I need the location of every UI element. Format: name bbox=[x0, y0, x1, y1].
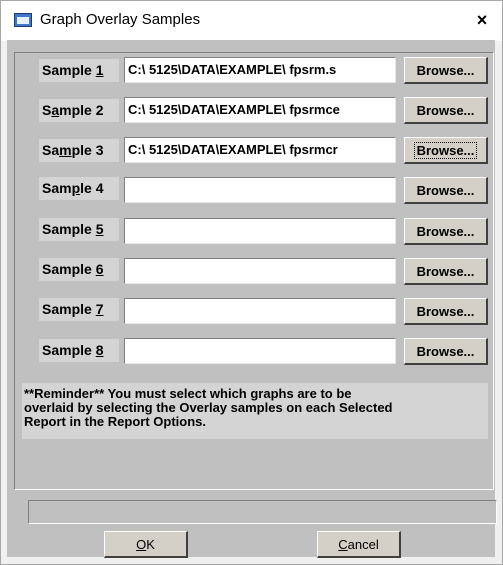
sample-7-label: Sample 7 bbox=[39, 298, 119, 321]
sample-7-browse-button[interactable]: Browse... bbox=[404, 298, 488, 325]
label-accel-key: 6 bbox=[95, 261, 104, 277]
ok-label: K bbox=[146, 537, 155, 552]
cancel-button[interactable]: Cancel bbox=[317, 531, 401, 558]
sample-6-label: Sample 6 bbox=[39, 258, 119, 281]
sample-7-path-field[interactable] bbox=[124, 298, 396, 324]
ok-button[interactable]: OK bbox=[104, 531, 188, 558]
label-accel-key: a bbox=[51, 102, 60, 118]
ok-accel-key: O bbox=[136, 537, 147, 552]
label-text: Sample bbox=[42, 342, 96, 358]
label-text: Sample bbox=[42, 301, 96, 317]
window-title: Graph Overlay Samples bbox=[40, 11, 201, 28]
browse-label: Browse... bbox=[413, 142, 478, 159]
sample-1-path-field[interactable]: C:\ 5125\DATA\EXAMPLE\ fpsrm.s bbox=[124, 57, 396, 83]
label-text: S bbox=[42, 102, 52, 118]
browse-label: Browse... bbox=[416, 63, 475, 78]
sample-3-label: Sample 3 bbox=[39, 139, 119, 162]
sample-4-label: Sample 4 bbox=[39, 177, 119, 200]
label-text: Sam bbox=[42, 180, 72, 196]
sample-4-path-field[interactable] bbox=[124, 177, 396, 203]
label-accel-key: p bbox=[71, 180, 81, 196]
sample-8-browse-button[interactable]: Browse... bbox=[404, 338, 488, 365]
sample-6-path-field[interactable] bbox=[124, 258, 396, 284]
label-accel-key: m bbox=[59, 142, 72, 158]
window-app-icon bbox=[14, 13, 32, 27]
sample-5-label: Sample 5 bbox=[39, 218, 119, 241]
sample-6-browse-button[interactable]: Browse... bbox=[404, 258, 488, 285]
label-text: Sample bbox=[42, 221, 96, 237]
browse-label: Browse... bbox=[416, 183, 475, 198]
label-accel-key: 7 bbox=[95, 301, 104, 317]
label-accel-key: 8 bbox=[95, 342, 104, 358]
sample-1-browse-button[interactable]: Browse... bbox=[404, 57, 488, 84]
browse-label: Browse... bbox=[416, 103, 475, 118]
status-field bbox=[28, 500, 497, 524]
label-accel-key: 1 bbox=[95, 62, 104, 78]
browse-label: Browse... bbox=[416, 344, 475, 359]
browse-label: Browse... bbox=[416, 224, 475, 239]
sample-2-browse-button[interactable]: Browse... bbox=[404, 97, 488, 124]
sample-8-path-field[interactable] bbox=[124, 338, 396, 364]
cancel-label: ancel bbox=[347, 537, 379, 552]
title-bar[interactable]: Graph Overlay Samples × bbox=[1, 1, 502, 41]
browse-label: Browse... bbox=[416, 304, 475, 319]
label-text: le 4 bbox=[80, 180, 104, 196]
label-text: Sa bbox=[42, 142, 60, 158]
label-text: Sample bbox=[42, 62, 96, 78]
sample-2-label: Sample 2 bbox=[39, 99, 119, 122]
sample-8-label: Sample 8 bbox=[39, 339, 119, 362]
close-icon[interactable]: × bbox=[470, 7, 494, 33]
label-text: mple 2 bbox=[59, 102, 104, 118]
label-text: ple 3 bbox=[71, 142, 104, 158]
label-accel-key: 5 bbox=[95, 221, 104, 237]
sample-5-browse-button[interactable]: Browse... bbox=[404, 218, 488, 245]
sample-3-path-field[interactable]: C:\ 5125\DATA\EXAMPLE\ fpsrmcr bbox=[124, 137, 396, 163]
sample-4-browse-button[interactable]: Browse... bbox=[404, 177, 488, 204]
sample-3-browse-button[interactable]: Browse... bbox=[404, 137, 488, 164]
sample-2-path-field[interactable]: C:\ 5125\DATA\EXAMPLE\ fpsrmce bbox=[124, 97, 396, 123]
browse-label: Browse... bbox=[416, 264, 475, 279]
sample-5-path-field[interactable] bbox=[124, 218, 396, 244]
cancel-accel-key: C bbox=[338, 537, 348, 552]
reminder-note: **Reminder** You must select which graph… bbox=[22, 383, 488, 439]
sample-1-label: Sample 1 bbox=[39, 59, 119, 82]
label-text: Sample bbox=[42, 261, 96, 277]
